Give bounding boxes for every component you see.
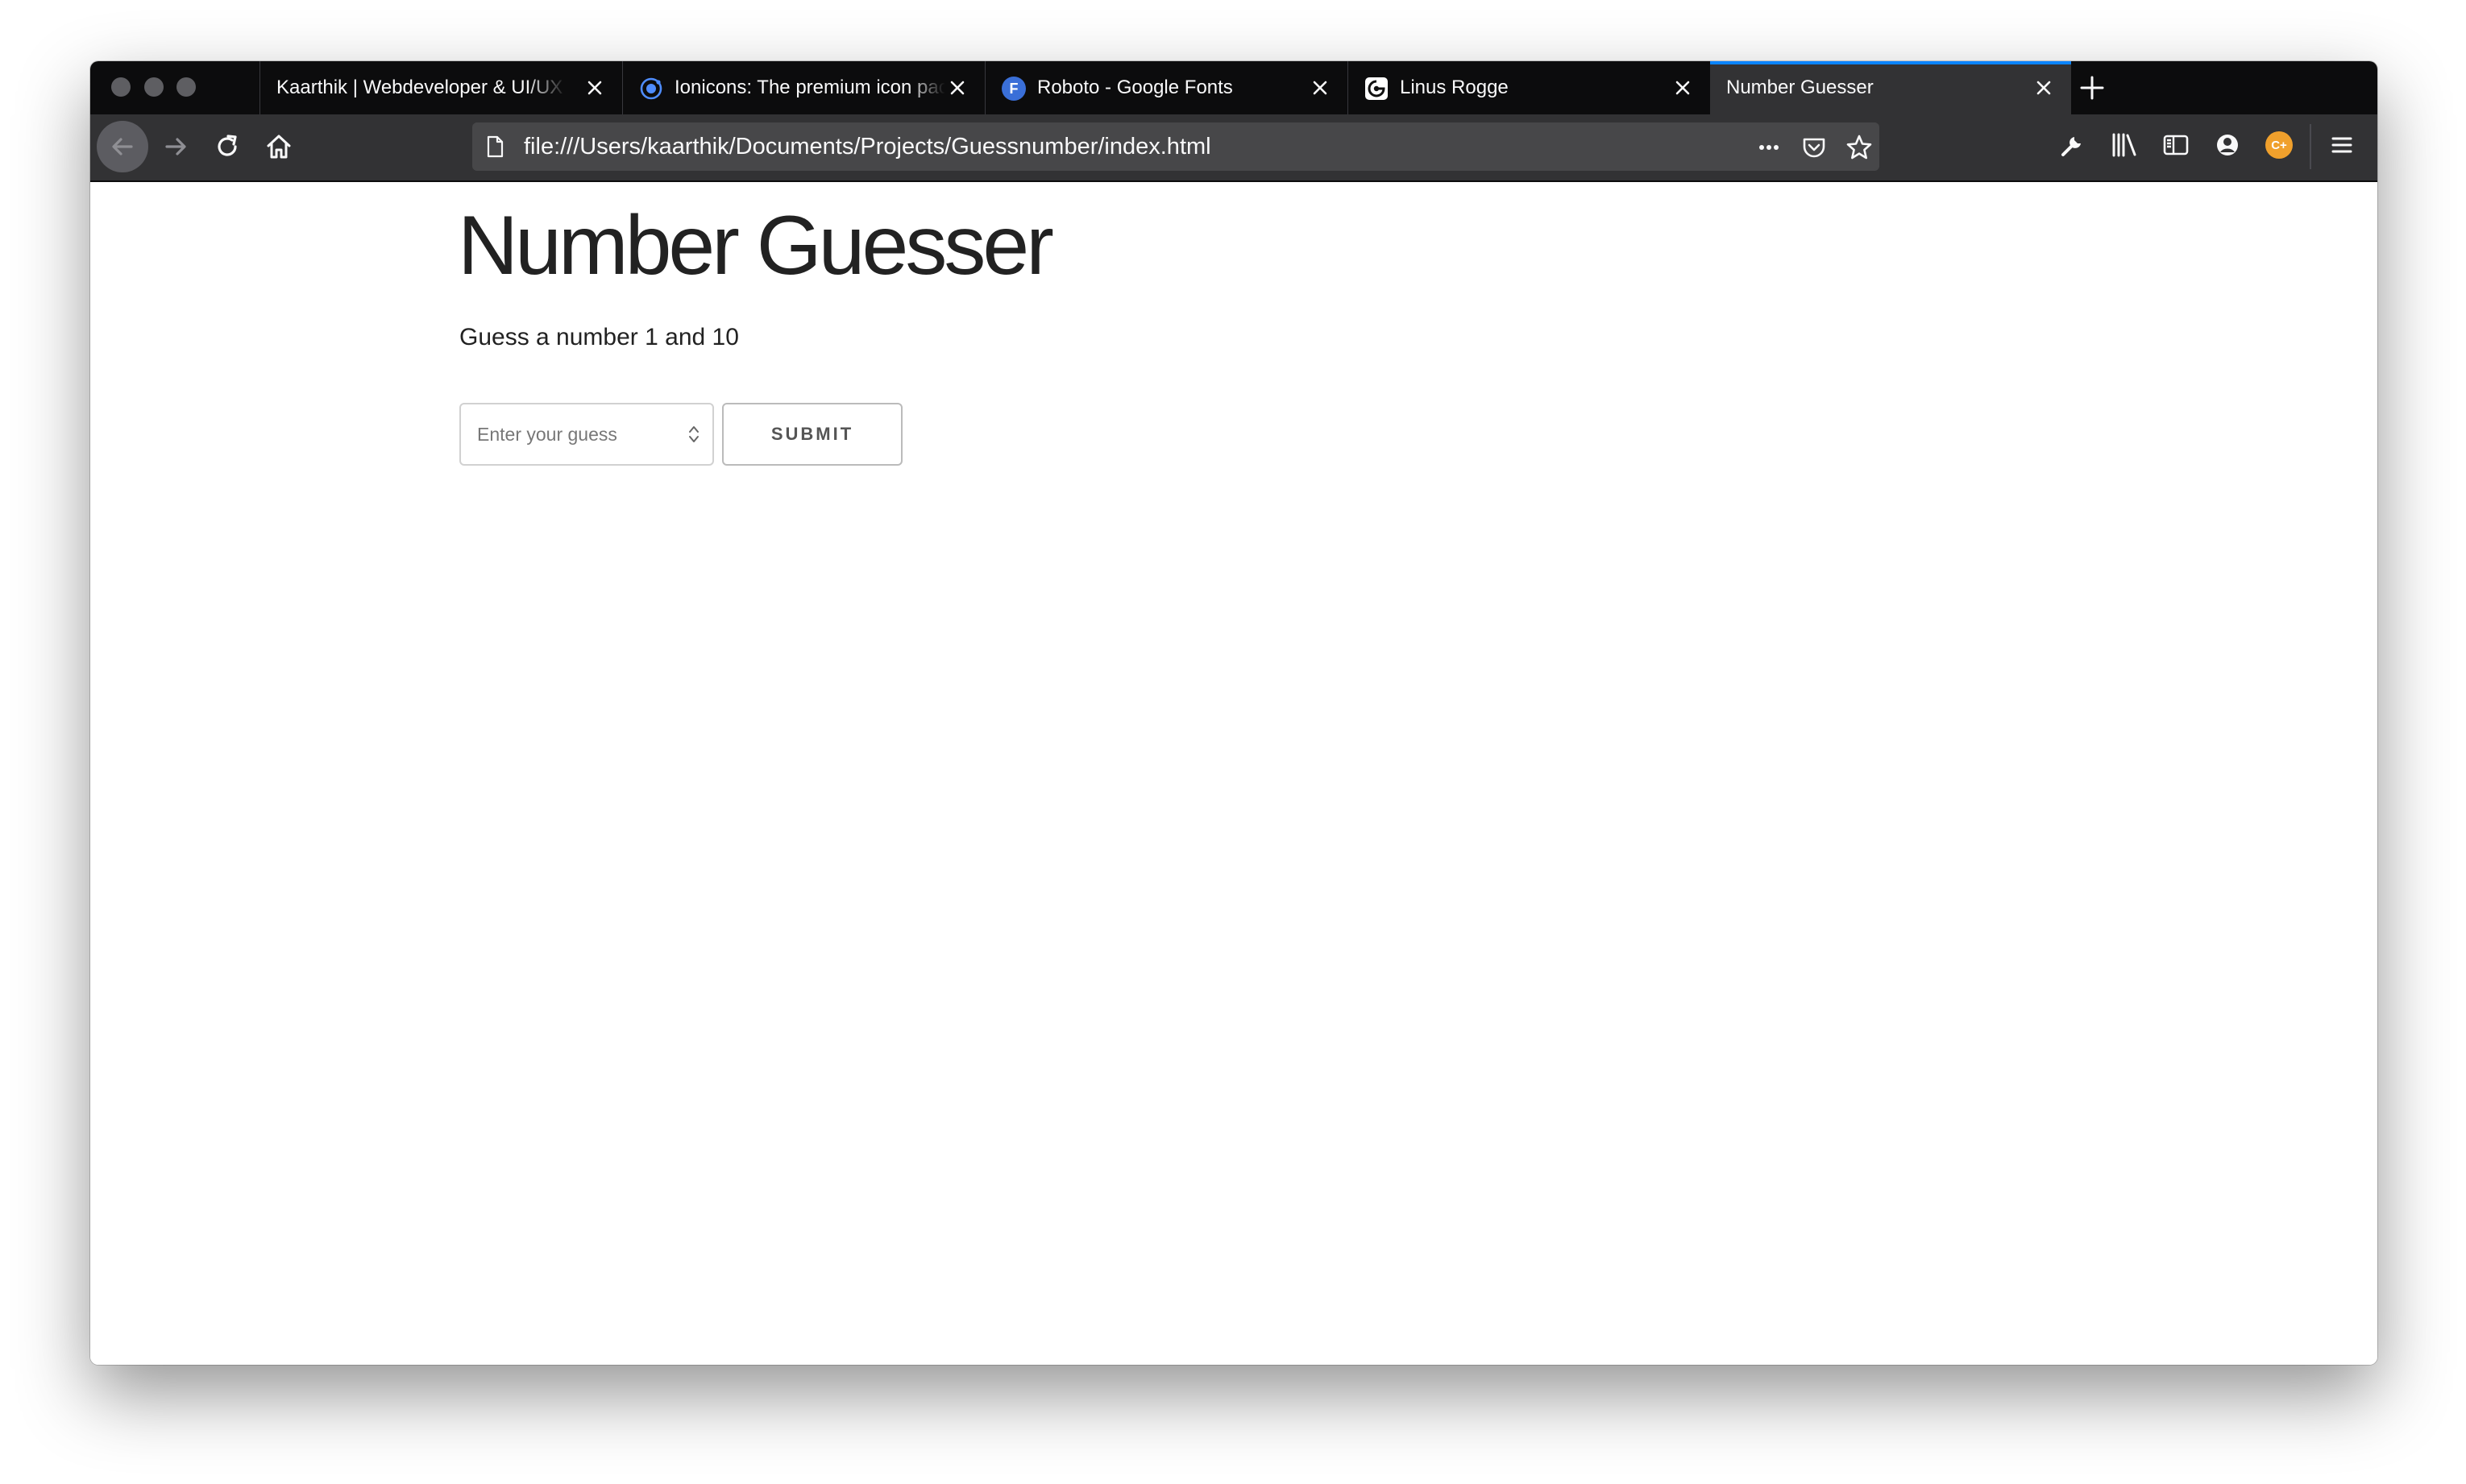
- navigation-toolbar: file:///Users/kaarthik/Documents/Project…: [90, 114, 2377, 182]
- close-tab-icon[interactable]: [1310, 78, 1330, 97]
- linus-rogge-logo-icon: [1364, 77, 1389, 101]
- url-text: file:///Users/kaarthik/Documents/Project…: [524, 134, 1211, 160]
- tab-linus-rogge[interactable]: Linus Rogge: [1347, 61, 1710, 114]
- guess-input[interactable]: [459, 403, 714, 466]
- back-arrow-icon: [112, 138, 133, 155]
- tab-title: Ionicons: The premium icon pack: [675, 77, 945, 98]
- home-button[interactable]: [259, 127, 298, 166]
- more-actions-icon[interactable]: [1755, 134, 1783, 161]
- pocket-icon[interactable]: [1800, 134, 1828, 161]
- extension-badge: C+: [2265, 131, 2293, 159]
- google-fonts-icon: F: [1002, 77, 1026, 101]
- submit-button[interactable]: SUBMIT: [722, 403, 903, 466]
- tab-title: Number Guesser: [1726, 77, 1874, 98]
- close-tab-icon[interactable]: [585, 78, 604, 97]
- forward-arrow-icon: [165, 138, 186, 155]
- tab-roboto-google-fonts[interactable]: F Roboto - Google Fonts: [985, 61, 1347, 114]
- forward-button[interactable]: [156, 127, 195, 166]
- page-document-icon: [487, 135, 504, 158]
- ionicons-ring-icon: [639, 77, 663, 101]
- minimize-window-dot-icon[interactable]: [144, 77, 164, 97]
- close-window-dot-icon[interactable]: [111, 77, 131, 97]
- tab-title: Kaarthik | Webdeveloper & UI/UX Designer: [276, 77, 567, 98]
- close-tab-icon[interactable]: [2034, 78, 2053, 97]
- tab-ionicons[interactable]: Ionicons: The premium icon pack: [622, 61, 985, 114]
- close-tab-icon[interactable]: [1673, 78, 1692, 97]
- google-fonts-letter: F: [1002, 77, 1026, 101]
- tab-kaarthik[interactable]: Kaarthik | Webdeveloper & UI/UX Designer: [259, 61, 622, 114]
- reload-icon: [218, 135, 237, 156]
- back-button[interactable]: [97, 121, 148, 172]
- reload-button[interactable]: [208, 127, 247, 166]
- zoom-window-dot-icon[interactable]: [176, 77, 196, 97]
- close-tab-icon[interactable]: [948, 78, 967, 97]
- sidebar-icon[interactable]: [2160, 129, 2192, 161]
- toolbar-separator: [2310, 124, 2311, 169]
- extension-icon[interactable]: C+: [2263, 129, 2295, 161]
- library-icon[interactable]: [2108, 129, 2140, 161]
- account-icon[interactable]: [2211, 129, 2244, 161]
- home-icon: [267, 135, 291, 159]
- tab-strip: Kaarthik | Webdeveloper & UI/UX Designer…: [90, 61, 2377, 114]
- browser-window: Kaarthik | Webdeveloper & UI/UX Designer…: [90, 61, 2377, 1365]
- bookmark-star-icon[interactable]: [1845, 134, 1873, 161]
- tab-title: Roboto - Google Fonts: [1037, 77, 1233, 98]
- tab-number-guesser[interactable]: Number Guesser: [1710, 61, 2071, 114]
- number-spinner-icon[interactable]: [685, 422, 703, 446]
- page-description: Guess a number 1 and 10: [459, 324, 739, 350]
- hamburger-menu-icon[interactable]: [2326, 129, 2358, 161]
- page-title: Number Guesser: [458, 199, 1054, 292]
- page-content: Number Guesser Guess a number 1 and 10 S…: [90, 182, 2377, 1365]
- address-bar[interactable]: file:///Users/kaarthik/Documents/Project…: [472, 122, 1879, 171]
- new-tab-plus-icon[interactable]: [2079, 75, 2105, 101]
- wrench-icon[interactable]: [2057, 129, 2089, 161]
- tab-title: Linus Rogge: [1400, 77, 1509, 98]
